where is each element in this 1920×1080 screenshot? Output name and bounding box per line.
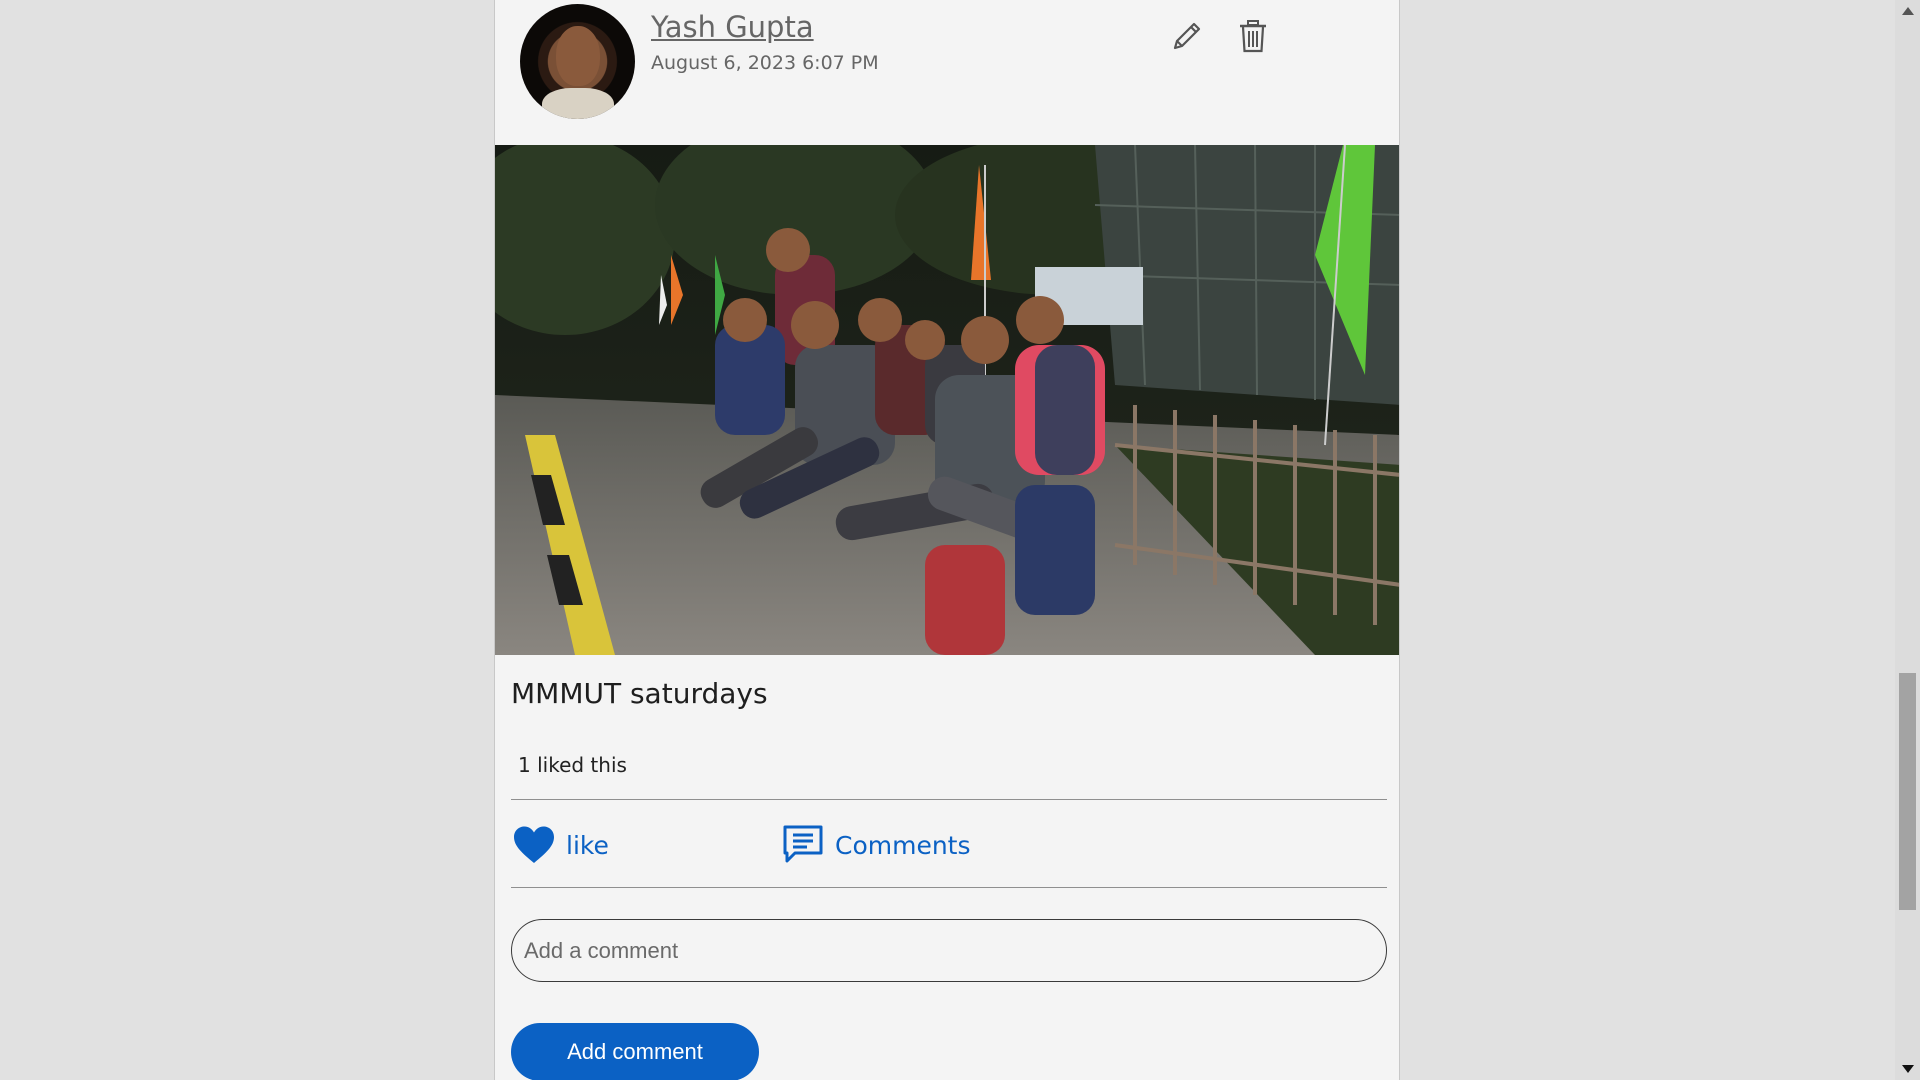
comments-button[interactable]: Comments [781, 822, 971, 868]
post-card: Yash Gupta August 6, 2023 6:07 PM MMMUT … [494, 0, 1400, 1080]
scroll-up-arrow-icon[interactable] [1895, 0, 1920, 22]
post-photo[interactable] [495, 145, 1400, 655]
author-name-link[interactable]: Yash Gupta [651, 10, 814, 44]
author-avatar[interactable] [520, 4, 635, 119]
scroll-down-arrow-icon[interactable] [1895, 1058, 1920, 1080]
vertical-scrollbar[interactable] [1895, 0, 1920, 1080]
pencil-icon [1173, 22, 1201, 50]
post-timestamp: August 6, 2023 6:07 PM [651, 52, 879, 74]
likes-summary[interactable]: 1 liked this [518, 753, 627, 777]
comment-input[interactable] [511, 919, 1387, 982]
like-button[interactable]: like [512, 822, 609, 868]
delete-post-button[interactable] [1235, 18, 1271, 54]
scrollbar-thumb[interactable] [1899, 673, 1916, 910]
comments-label: Comments [835, 830, 971, 860]
heart-icon [514, 826, 554, 863]
like-label: like [566, 830, 609, 860]
trash-icon [1240, 20, 1266, 53]
add-comment-button[interactable]: Add comment [511, 1023, 759, 1080]
post-caption: MMMUT saturdays [511, 677, 768, 710]
avatar-face [556, 26, 600, 86]
page: Yash Gupta August 6, 2023 6:07 PM MMMUT … [0, 0, 1920, 1080]
divider [511, 887, 1387, 888]
edit-post-button[interactable] [1169, 18, 1205, 54]
comment-icon [783, 825, 823, 863]
divider [511, 799, 1387, 800]
avatar-shirt [542, 88, 614, 119]
